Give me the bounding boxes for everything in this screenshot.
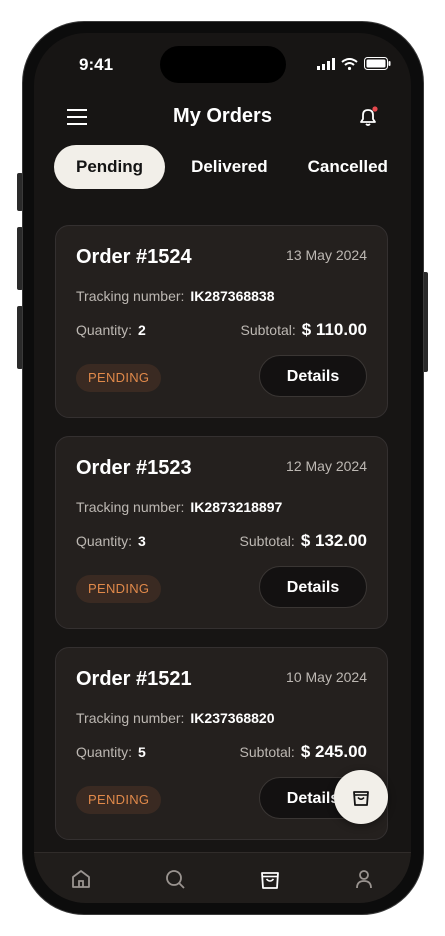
- order-number: Order #1521: [76, 668, 192, 690]
- status-badge: PENDING: [76, 364, 162, 392]
- profile-icon[interactable]: [352, 867, 376, 891]
- quantity-row: Quantity: 3: [76, 533, 146, 549]
- order-number: Order #1523: [76, 457, 192, 479]
- status-icons: [317, 57, 391, 70]
- search-icon[interactable]: [163, 867, 187, 891]
- tracking-number: IK287368838: [190, 288, 275, 304]
- bottom-nav: [34, 852, 411, 903]
- order-number: Order #1524: [76, 246, 192, 268]
- signal-icon: [317, 57, 335, 70]
- subtotal-row: Subtotal: $ 245.00: [240, 742, 367, 762]
- tracking-label: Tracking number:: [76, 710, 185, 726]
- tracking-row: Tracking number: IK2873218897: [76, 499, 282, 515]
- battery-icon: [364, 57, 391, 70]
- quantity-label: Quantity:: [76, 533, 133, 549]
- page-title: My Orders: [173, 105, 272, 127]
- subtotal-row: Subtotal: $ 110.00: [240, 320, 367, 340]
- order-date: 10 May 2024: [286, 669, 367, 685]
- subtotal-label: Subtotal:: [239, 533, 295, 549]
- home-icon[interactable]: [69, 867, 93, 891]
- tracking-label: Tracking number:: [76, 499, 185, 515]
- cart-fab[interactable]: [334, 770, 388, 824]
- quantity-label: Quantity:: [76, 322, 133, 338]
- order-date: 12 May 2024: [286, 458, 367, 474]
- tracking-row: Tracking number: IK287368838: [76, 288, 275, 304]
- app-screen: 9:41 My Orders Pending Delivered Cancell…: [34, 33, 411, 903]
- quantity-label: Quantity:: [76, 744, 133, 760]
- shopping-bag-icon: [353, 791, 369, 806]
- order-tabs: Pending Delivered Cancelled: [54, 145, 388, 189]
- tracking-label: Tracking number:: [76, 288, 185, 304]
- tracking-number: IK2873218897: [190, 499, 283, 515]
- subtotal-label: Subtotal:: [239, 744, 295, 760]
- tracking-row: Tracking number: IK237368820: [76, 710, 275, 726]
- details-button[interactable]: Details: [259, 566, 367, 608]
- wifi-icon: [341, 57, 358, 70]
- tracking-number: IK237368820: [190, 710, 275, 726]
- order-date: 13 May 2024: [286, 247, 367, 263]
- status-badge: PENDING: [76, 575, 162, 603]
- quantity-row: Quantity: 5: [76, 744, 146, 760]
- status-time: 9:41: [79, 55, 114, 74]
- order-card[interactable]: Order #1524 13 May 2024 Tracking number:…: [55, 225, 388, 418]
- quantity-value: 3: [138, 533, 146, 549]
- quantity-value: 5: [138, 744, 146, 760]
- bag-icon[interactable]: [258, 867, 282, 891]
- bell-icon[interactable]: [356, 105, 380, 129]
- tab-cancelled[interactable]: Cancelled: [308, 145, 388, 189]
- tab-delivered[interactable]: Delivered: [191, 145, 268, 189]
- quantity-row: Quantity: 2: [76, 322, 146, 338]
- subtotal-value: $ 110.00: [301, 320, 367, 339]
- quantity-value: 2: [138, 322, 146, 338]
- dynamic-island: [160, 46, 286, 83]
- details-button[interactable]: Details: [259, 355, 367, 397]
- subtotal-row: Subtotal: $ 132.00: [240, 531, 367, 551]
- subtotal-value: $ 245.00: [300, 742, 367, 761]
- order-card[interactable]: Order #1523 12 May 2024 Tracking number:…: [55, 436, 388, 629]
- status-badge: PENDING: [76, 786, 162, 814]
- subtotal-value: $ 132.00: [300, 531, 367, 550]
- subtotal-label: Subtotal:: [240, 322, 296, 338]
- tab-pending[interactable]: Pending: [54, 145, 166, 189]
